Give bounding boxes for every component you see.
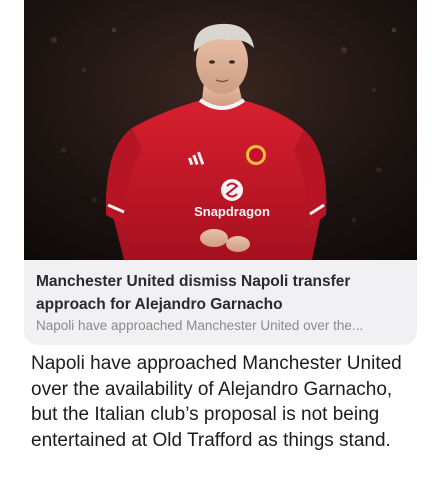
link-preview-image[interactable]: Snapdragon	[24, 0, 417, 260]
link-preview-description: Napoli have approached Manchester United…	[36, 318, 364, 333]
link-preview-body[interactable]: Manchester United dismiss Napoli transfe…	[24, 260, 417, 345]
link-preview-title[interactable]: Manchester United dismiss Napoli transfe…	[36, 270, 406, 316]
player-photo-icon: Snapdragon	[24, 0, 417, 260]
sponsor-text: Snapdragon	[194, 204, 270, 219]
link-preview-card[interactable]: Snapdragon Manchester United dismiss Nap…	[24, 0, 417, 345]
post-body-text: Napoli have approached Manchester United…	[31, 353, 402, 451]
post-view: Snapdragon Manchester United dismiss Nap…	[0, 0, 440, 500]
